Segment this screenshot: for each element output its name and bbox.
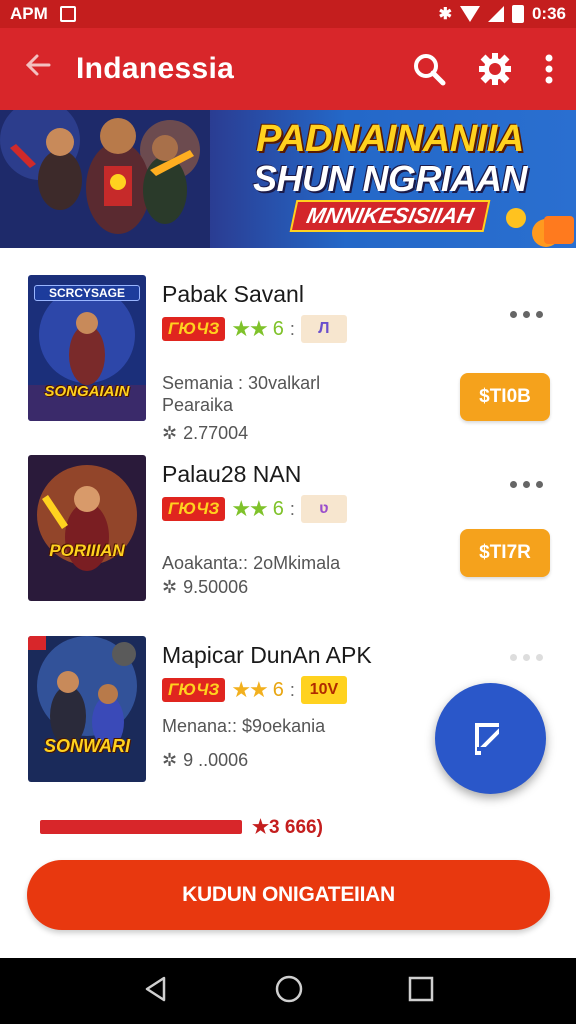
screen: APM ✱ 0:36 Indanessia PADNAINANIIA SHUN … — [0, 0, 576, 1024]
coin-decoration — [506, 208, 574, 247]
dot-icon — [536, 481, 543, 488]
app-name: Palau28 NAN — [162, 461, 302, 487]
recents-square-icon — [408, 976, 434, 1001]
download-gear-icon: ✲ — [162, 577, 178, 597]
search-button[interactable] — [412, 52, 446, 86]
dot-icon — [523, 311, 530, 318]
downloads: ✲ 9 ..0006 — [162, 750, 248, 771]
dot-icon — [523, 481, 530, 488]
download-gear-icon: ✲ — [162, 750, 178, 770]
signal-icon — [487, 6, 504, 22]
progress-row: ★3 666) — [40, 816, 560, 838]
banner-heroes-art — [0, 110, 210, 248]
thumbnail-title: PORIIIAN — [49, 541, 125, 560]
open-external-icon — [474, 722, 509, 757]
app-thumbnail: SCRCYSAGE SONGAIAIN — [28, 275, 146, 421]
dot-icon — [523, 654, 530, 661]
page-title: Indanessia — [76, 52, 235, 85]
progress-fill — [40, 820, 242, 834]
thumbnail-title: SONWARI — [43, 736, 130, 756]
app-bar: Indanessia — [0, 28, 576, 110]
list-item[interactable]: SCRCYSAGE SONGAIAIN Pabak Savanl ГЮЧЗ ★★… — [0, 275, 576, 443]
dot-icon — [536, 311, 543, 318]
category-badge: Л — [300, 315, 347, 343]
nav-home-button[interactable] — [274, 974, 304, 1009]
more-button[interactable] — [544, 53, 554, 85]
download-gear-icon: ✲ — [162, 423, 178, 443]
progress-label: ★3 666) — [252, 816, 323, 838]
rating-value: 6 — [272, 497, 284, 520]
arrow-left-icon — [25, 54, 51, 75]
download-count: 9 ..0006 — [183, 750, 249, 770]
dot-icon — [536, 654, 543, 661]
rating-separator: : — [289, 679, 295, 700]
promo-banner[interactable]: PADNAINANIIA SHUN NGRIAAN MNNIKESISIIAH — [0, 110, 576, 248]
rating-separator: : — [289, 498, 295, 519]
progress-bar — [40, 820, 242, 834]
downloads: ✲ 9.50006 — [162, 577, 248, 598]
dot-icon — [510, 311, 517, 318]
price-button[interactable]: $TI0B — [460, 373, 550, 421]
rating-row: ГЮЧЗ ★★ 6 : ʋ — [162, 495, 347, 523]
dot-icon — [510, 654, 517, 661]
app-thumbnail: PORIIIAN — [28, 455, 146, 601]
category-badge: 10V — [300, 676, 347, 704]
item-menu-button[interactable] — [510, 481, 546, 501]
downloads: ✲ 2.77004 — [162, 423, 248, 444]
app-meta: Aoakanta:: 2oMkimala — [162, 553, 341, 573]
app-meta: Semania : 30valkarl — [162, 373, 321, 393]
item-menu-button[interactable] — [510, 654, 546, 674]
download-count: 9.50006 — [183, 577, 249, 597]
settings-button[interactable] — [478, 52, 512, 86]
app-thumbnail: SONWARI — [28, 636, 146, 782]
rating-value: 6 — [272, 317, 284, 340]
back-button[interactable] — [0, 50, 76, 89]
thumbnail-logo: SCRCYSAGE — [34, 285, 140, 301]
stars-icon: ★★ — [231, 677, 268, 702]
more-vert-icon — [545, 54, 553, 84]
download-count: 2.77004 — [183, 423, 249, 443]
battery-icon — [511, 5, 524, 23]
floating-action-button[interactable] — [435, 683, 546, 794]
carrier-label: APM — [10, 4, 48, 23]
banner-line-3: MNNIKESISIIAH — [289, 200, 491, 232]
app-meta-sub: Pearaika — [162, 395, 234, 415]
dot-icon — [510, 481, 517, 488]
back-triangle-icon — [145, 976, 166, 1001]
rating-row: ГЮЧЗ ★★ 6 : 10V — [162, 676, 347, 704]
status-bar: APM ✱ 0:36 — [0, 0, 576, 28]
category-badge: ʋ — [300, 495, 347, 523]
nav-recents-button[interactable] — [408, 976, 434, 1007]
item-menu-button[interactable] — [510, 311, 546, 331]
tag-badge: ГЮЧЗ — [162, 497, 226, 521]
app-name: Pabak Savanl — [162, 281, 304, 307]
thumbnail-title: SONGAIAIN — [44, 383, 130, 400]
banner-line-1: PADNAINANIIA — [256, 118, 524, 160]
tag-badge: ГЮЧЗ — [162, 317, 226, 341]
rating-separator: : — [289, 318, 295, 339]
clock: 0:36 — [531, 4, 566, 23]
primary-action-button[interactable]: KUDUN ONIGATEIIAN — [27, 860, 550, 930]
app-name: Mapicar DunAn APK — [162, 642, 372, 668]
system-nav-bar — [0, 958, 576, 1024]
search-icon — [414, 54, 446, 86]
bluetooth-icon: ✱ — [438, 6, 452, 23]
price-button[interactable]: $TI7R — [460, 529, 550, 577]
image-notification-icon — [59, 6, 76, 22]
rating-value: 6 — [272, 678, 284, 701]
rating-row: ГЮЧЗ ★★ 6 : Л — [162, 315, 347, 343]
stars-icon: ★★ — [231, 496, 268, 521]
home-circle-icon — [275, 975, 303, 1002]
tag-badge: ГЮЧЗ — [162, 678, 226, 702]
list-item[interactable]: PORIIIAN Palau28 NAN ГЮЧЗ ★★ 6 : ʋ Aoaka… — [0, 455, 576, 615]
wifi-icon — [459, 6, 480, 22]
stars-icon: ★★ — [231, 316, 268, 341]
gear-icon — [479, 53, 511, 85]
app-meta: Menana:: $9oekania — [162, 716, 326, 736]
nav-back-button[interactable] — [142, 975, 170, 1008]
